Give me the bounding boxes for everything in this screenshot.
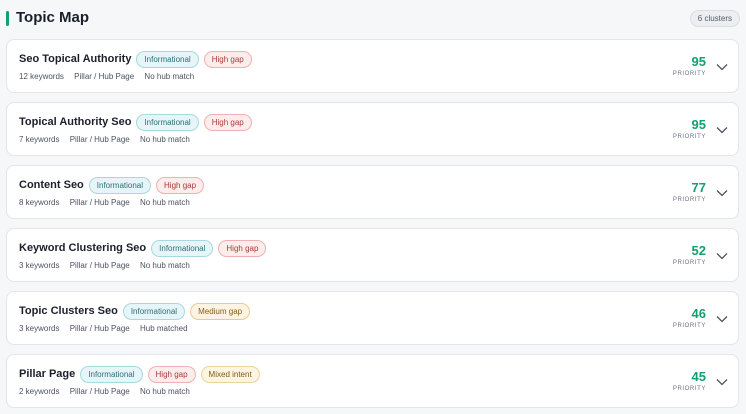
gap-tag: High gap [203, 113, 252, 131]
chevron-down-icon[interactable] [716, 125, 728, 135]
keyword-count: 3 keywords [19, 324, 60, 333]
topic-card[interactable]: Content Seo Informational High gap 8 key… [6, 165, 739, 219]
topic-title: Content Seo [19, 179, 84, 191]
topic-meta: 2 keywords Pillar / Hub Page No hub matc… [19, 387, 198, 396]
topic-title: Keyword Clustering Seo [19, 242, 147, 254]
keyword-count: 3 keywords [19, 261, 60, 270]
intent-tag: Informational [122, 302, 186, 320]
priority-label: PRIORITY [672, 134, 706, 140]
keyword-count: 12 keywords [19, 72, 64, 81]
page-title: Topic Map [16, 9, 90, 26]
priority-score: 45 [691, 369, 706, 384]
intent-tag: Informational [80, 365, 143, 383]
topic-meta: 7 keywords Pillar / Hub Page No hub matc… [19, 135, 198, 144]
keyword-count: 8 keywords [19, 198, 60, 207]
topic-title: Seo Topical Authority [19, 53, 132, 65]
gap-tag: High gap [156, 176, 205, 194]
topic-card[interactable]: Seo Topical Authority Informational High… [6, 39, 739, 93]
hub-status: Hub matched [139, 324, 188, 333]
keyword-count: 7 keywords [19, 135, 60, 144]
topic-meta: 8 keywords Pillar / Hub Page No hub matc… [19, 198, 198, 207]
priority-label: PRIORITY [672, 323, 706, 329]
hub-status: No hub match [139, 198, 190, 207]
keyword-count: 2 keywords [19, 387, 60, 396]
topic-card[interactable]: Topic Clusters Seo Informational Medium … [6, 291, 739, 345]
priority-label: PRIORITY [672, 386, 706, 392]
chevron-down-icon[interactable] [716, 188, 728, 198]
page-type: Pillar / Hub Page [69, 198, 130, 207]
hub-status: No hub match [139, 135, 190, 144]
chevron-down-icon[interactable] [716, 377, 728, 387]
priority-label: PRIORITY [672, 71, 706, 77]
topic-card[interactable]: Keyword Clustering Seo Informational Hig… [6, 228, 739, 282]
topic-meta: 12 keywords Pillar / Hub Page No hub mat… [19, 72, 202, 81]
page-type: Pillar / Hub Page [74, 72, 135, 81]
cluster-count-badge: 6 clusters [689, 10, 740, 27]
priority-label: PRIORITY [672, 197, 706, 203]
page-type: Pillar / Hub Page [69, 387, 130, 396]
topic-meta: 3 keywords Pillar / Hub Page No hub matc… [19, 261, 198, 270]
topic-title: Topical Authority Seo [19, 116, 132, 128]
gap-tag: High gap [203, 50, 252, 68]
topic-card[interactable]: Topical Authority Seo Informational High… [6, 102, 739, 156]
intent-tag: Informational [136, 50, 199, 68]
gap-tag: High gap [218, 239, 267, 257]
intent-tag: Informational [88, 176, 152, 194]
page-type: Pillar / Hub Page [69, 324, 130, 333]
page-type: Pillar / Hub Page [69, 261, 130, 270]
chevron-down-icon[interactable] [716, 251, 728, 261]
priority-score: 46 [691, 306, 706, 321]
hub-status: No hub match [144, 72, 195, 81]
priority-score: 52 [691, 243, 706, 258]
priority-score: 95 [691, 54, 706, 69]
page-header: Topic Map 6 clusters [0, 0, 746, 36]
intent-tag: Informational [151, 239, 214, 257]
topic-title: Topic Clusters Seo [19, 305, 118, 317]
title-accent-bar [6, 11, 9, 26]
chevron-down-icon[interactable] [716, 314, 728, 324]
hub-status: No hub match [139, 261, 190, 270]
priority-score: 77 [691, 180, 706, 195]
intent-tag: Informational [136, 113, 199, 131]
mixed-intent-tag: Mixed intent [200, 365, 260, 383]
topic-card[interactable]: Pillar Page Informational High gap Mixed… [6, 354, 739, 408]
topic-meta: 3 keywords Pillar / Hub Page Hub matched [19, 324, 196, 333]
priority-label: PRIORITY [672, 260, 706, 266]
page-type: Pillar / Hub Page [69, 135, 130, 144]
hub-status: No hub match [139, 387, 190, 396]
priority-score: 95 [691, 117, 706, 132]
gap-tag: Medium gap [190, 302, 251, 320]
gap-tag: High gap [147, 365, 196, 383]
chevron-down-icon[interactable] [716, 62, 728, 72]
topic-title: Pillar Page [19, 368, 76, 380]
